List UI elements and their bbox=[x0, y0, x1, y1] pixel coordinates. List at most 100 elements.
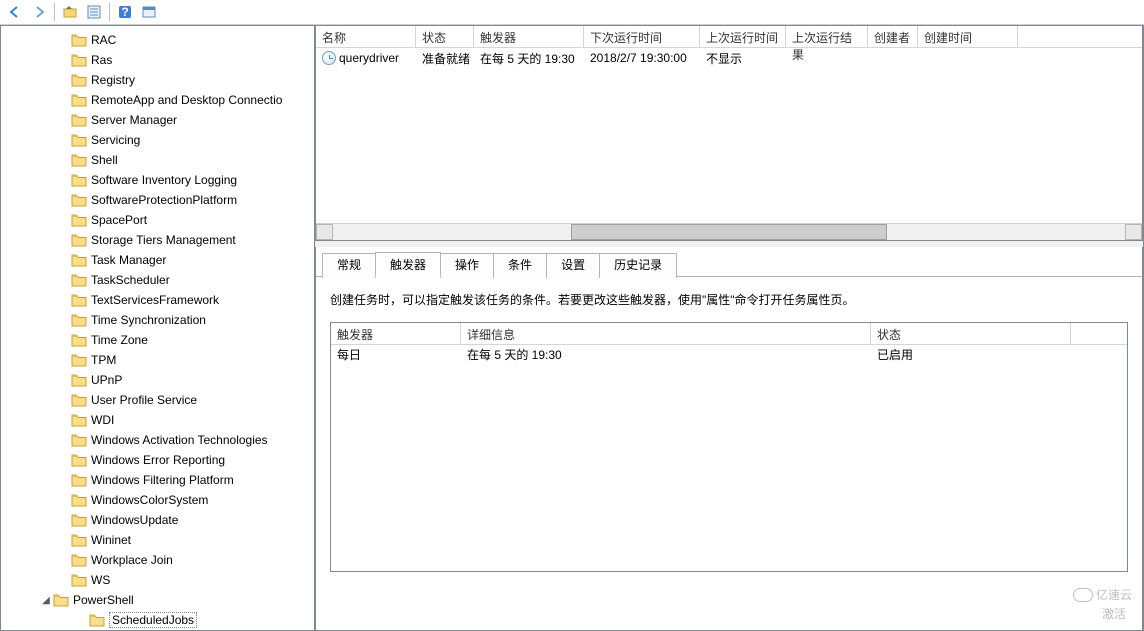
trigger-cell: 已启用 bbox=[871, 345, 1071, 365]
tree-item-label: SoftwareProtectionPlatform bbox=[91, 193, 237, 207]
tree-item[interactable]: Server Manager bbox=[1, 110, 314, 130]
tree-item-label: Servicing bbox=[91, 133, 140, 147]
folder-up-icon[interactable] bbox=[59, 1, 81, 23]
tree-item-label: RemoteApp and Desktop Connectio bbox=[91, 93, 282, 107]
tree-item[interactable]: Task Manager bbox=[1, 250, 314, 270]
back-arrow-icon[interactable] bbox=[4, 1, 26, 23]
task-list: 名称状态触发器下次运行时间上次运行时间上次运行结果创建者创建时间 querydr… bbox=[315, 26, 1143, 241]
column-header[interactable]: 创建时间 bbox=[918, 26, 1018, 47]
column-header[interactable]: 状态 bbox=[416, 26, 474, 47]
tree-item[interactable]: Ras bbox=[1, 50, 314, 70]
column-header[interactable]: 触发器 bbox=[331, 323, 461, 344]
tree-item-label: Workplace Join bbox=[91, 553, 173, 567]
task-cell: 不显示 bbox=[700, 49, 786, 68]
task-icon bbox=[322, 51, 336, 65]
tree-item-label: TaskScheduler bbox=[91, 273, 170, 287]
tree-item[interactable]: ◢ PowerShell bbox=[1, 590, 314, 610]
tree-item-label: Windows Activation Technologies bbox=[91, 433, 268, 447]
tree-item[interactable]: Windows Activation Technologies bbox=[1, 430, 314, 450]
trigger-cell: 每日 bbox=[331, 345, 461, 365]
task-cell: 2018/2/7 19:30:00 bbox=[584, 50, 700, 66]
tree-item[interactable]: WindowsColorSystem bbox=[1, 490, 314, 510]
tab-0[interactable]: 常规 bbox=[322, 253, 376, 278]
scroll-thumb[interactable] bbox=[571, 224, 888, 240]
tab-description: 创建任务时，可以指定触发该任务的条件。若要更改这些触发器，使用"属性"命令打开任… bbox=[330, 291, 1128, 308]
tree-item-label: TPM bbox=[91, 353, 116, 367]
pane-icon[interactable] bbox=[138, 1, 160, 23]
column-header[interactable]: 触发器 bbox=[474, 26, 584, 47]
tree-item[interactable]: Registry bbox=[1, 70, 314, 90]
trigger-row[interactable]: 每日在每 5 天的 19:30已启用 bbox=[331, 345, 1127, 365]
tab-strip: 常规触发器操作条件设置历史记录 bbox=[316, 247, 1142, 277]
expander-icon[interactable]: ◢ bbox=[39, 595, 53, 606]
logo-text: 亿速云 bbox=[1096, 586, 1132, 603]
tree-item[interactable]: Workplace Join bbox=[1, 550, 314, 570]
cloud-icon bbox=[1073, 588, 1093, 602]
tab-2[interactable]: 操作 bbox=[440, 253, 494, 278]
scroll-left-button[interactable] bbox=[316, 224, 333, 240]
horizontal-scrollbar[interactable] bbox=[316, 223, 1142, 240]
tab-5[interactable]: 历史记录 bbox=[599, 253, 677, 278]
column-header[interactable]: 状态 bbox=[871, 323, 1071, 344]
trigger-cell: 在每 5 天的 19:30 bbox=[461, 345, 871, 365]
task-header: 名称状态触发器下次运行时间上次运行时间上次运行结果创建者创建时间 bbox=[316, 26, 1142, 48]
provider-logo: 亿速云 bbox=[1073, 586, 1132, 603]
tree-item-label: Shell bbox=[91, 153, 118, 167]
tree-item-label: PowerShell bbox=[73, 593, 134, 607]
tree-item[interactable]: WS bbox=[1, 570, 314, 590]
tree-item[interactable]: RAC bbox=[1, 30, 314, 50]
trigger-table: 触发器详细信息状态 每日在每 5 天的 19:30已启用 bbox=[330, 322, 1128, 572]
tree-item[interactable]: Time Synchronization bbox=[1, 310, 314, 330]
column-header[interactable]: 下次运行时间 bbox=[584, 26, 700, 47]
tree-item-label: Windows Error Reporting bbox=[91, 453, 225, 467]
help-icon[interactable]: ? bbox=[114, 1, 136, 23]
column-header[interactable]: 上次运行时间 bbox=[700, 26, 786, 47]
tree-item[interactable]: User Profile Service bbox=[1, 390, 314, 410]
tree-item[interactable]: Storage Tiers Management bbox=[1, 230, 314, 250]
task-cell: 在每 5 天的 19:30 bbox=[474, 49, 584, 68]
tree-item[interactable]: TextServicesFramework bbox=[1, 290, 314, 310]
svg-text:?: ? bbox=[121, 5, 128, 19]
tree-item[interactable]: Software Inventory Logging bbox=[1, 170, 314, 190]
tree-item[interactable]: UPnP bbox=[1, 370, 314, 390]
tree-item-label: ScheduledJobs bbox=[109, 612, 197, 628]
tree-item[interactable]: SoftwareProtectionPlatform bbox=[1, 190, 314, 210]
tree-item[interactable]: Time Zone bbox=[1, 330, 314, 350]
tab-4[interactable]: 设置 bbox=[546, 253, 600, 278]
tab-1[interactable]: 触发器 bbox=[375, 252, 441, 277]
tree-item[interactable]: Windows Filtering Platform bbox=[1, 470, 314, 490]
scroll-right-button[interactable] bbox=[1125, 224, 1142, 240]
tree-item[interactable]: Servicing bbox=[1, 130, 314, 150]
tree-panel: RAC Ras Registry RemoteApp and Desktop Conn… bbox=[0, 25, 315, 631]
column-header[interactable]: 上次运行结果 bbox=[786, 26, 868, 47]
tree-item[interactable]: TPM bbox=[1, 350, 314, 370]
tree-item[interactable]: WDI bbox=[1, 410, 314, 430]
tree-item-label: WS bbox=[91, 573, 110, 587]
detail-panel: 常规触发器操作条件设置历史记录 创建任务时，可以指定触发该任务的条件。若要更改这… bbox=[315, 247, 1143, 631]
tree-item-label: WindowsUpdate bbox=[91, 513, 178, 527]
task-row[interactable]: querydriver准备就绪在每 5 天的 19:302018/2/7 19:… bbox=[316, 48, 1142, 68]
tree-item-label: RAC bbox=[91, 33, 116, 47]
column-header[interactable]: 创建者 bbox=[868, 26, 918, 47]
properties-icon[interactable] bbox=[83, 1, 105, 23]
tree-item[interactable]: Windows Error Reporting bbox=[1, 450, 314, 470]
tree-item[interactable]: TaskScheduler bbox=[1, 270, 314, 290]
tree-item[interactable]: SpacePort bbox=[1, 210, 314, 230]
tree-item-label: Windows Filtering Platform bbox=[91, 473, 234, 487]
tree-item[interactable]: Shell bbox=[1, 150, 314, 170]
tree-item-label: Time Zone bbox=[91, 333, 148, 347]
tree-item-label: SpacePort bbox=[91, 213, 147, 227]
tree-item[interactable]: Wininet bbox=[1, 530, 314, 550]
tab-3[interactable]: 条件 bbox=[493, 253, 547, 278]
tree-item-label: Ras bbox=[91, 53, 112, 67]
tree-view[interactable]: RAC Ras Registry RemoteApp and Desktop Conn… bbox=[1, 26, 314, 630]
forward-arrow-icon[interactable] bbox=[28, 1, 50, 23]
tree-item[interactable]: RemoteApp and Desktop Connectio bbox=[1, 90, 314, 110]
tree-item-label: Storage Tiers Management bbox=[91, 233, 236, 247]
tree-item[interactable]: WindowsUpdate bbox=[1, 510, 314, 530]
column-header[interactable]: 名称 bbox=[316, 26, 416, 47]
task-cell: 准备就绪 bbox=[416, 49, 474, 68]
column-header[interactable]: 详细信息 bbox=[461, 323, 871, 344]
tree-item[interactable]: ScheduledJobs bbox=[1, 610, 314, 630]
tree-item-label: Registry bbox=[91, 73, 135, 87]
